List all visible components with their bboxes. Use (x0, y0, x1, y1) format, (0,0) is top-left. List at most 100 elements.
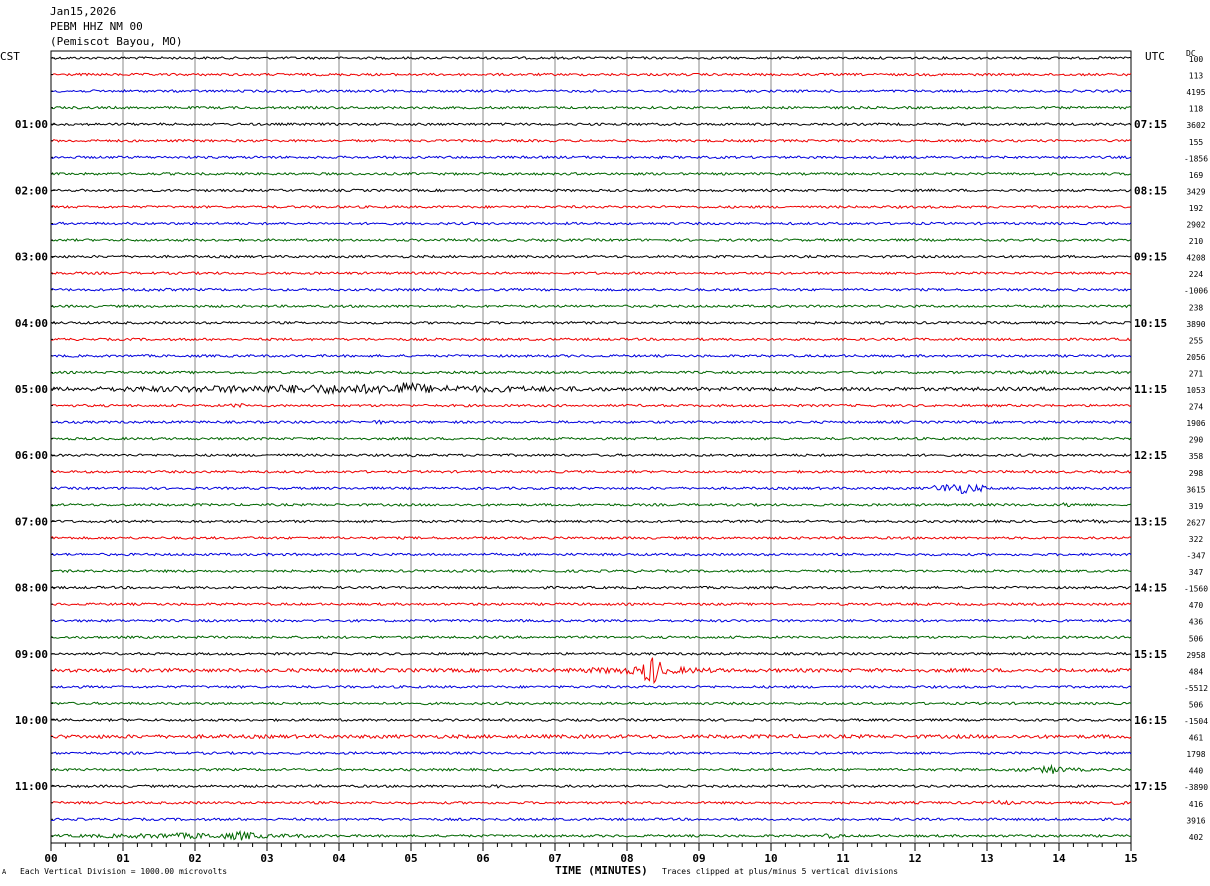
x-tick-label: 12 (908, 852, 921, 865)
trace-row (50, 518, 1132, 524)
trace-row (50, 381, 1132, 395)
trace-row (50, 122, 1132, 127)
trace-row (51, 89, 1132, 94)
dc-offset-label: 470 (1189, 601, 1204, 610)
dc-offset-label: 3916 (1186, 816, 1205, 825)
dc-offset-label: 238 (1189, 303, 1204, 312)
dc-offset-label: -1856 (1184, 154, 1208, 163)
trace-row (50, 320, 1132, 325)
trace-row (50, 271, 1132, 276)
x-axis-title: TIME (MINUTES) (555, 864, 648, 877)
trace-row (50, 784, 1132, 789)
dc-offset-label: 3602 (1186, 121, 1205, 130)
trace-row (50, 188, 1132, 193)
right-hour-label: 12:15 (1134, 449, 1167, 462)
dc-offset-label: 506 (1189, 700, 1204, 709)
dc-offset-label: 100 (1189, 55, 1204, 64)
trace-row (50, 287, 1132, 293)
dc-offset-label: 224 (1189, 270, 1204, 279)
trace-row (50, 221, 1132, 226)
dc-offset-label: 155 (1189, 138, 1204, 147)
dc-offset-label: 1053 (1186, 386, 1205, 395)
left-hour-label: 09:00 (15, 648, 48, 661)
right-hour-label: 16:15 (1134, 714, 1167, 727)
dc-offset-label: -5512 (1184, 684, 1208, 693)
clip-note: Traces clipped at plus/minus 5 vertical … (662, 867, 899, 876)
trace-row (50, 799, 1132, 806)
x-tick-label: 06 (476, 852, 490, 865)
right-hour-label: 13:15 (1134, 515, 1167, 528)
right-hour-label: 15:15 (1134, 648, 1167, 661)
dc-offset-label: 210 (1189, 237, 1204, 246)
trace-row (50, 72, 1132, 77)
right-hour-label: 07:15 (1134, 118, 1167, 131)
right-hour-label: 10:15 (1134, 317, 1167, 330)
dc-offset-label: -1560 (1184, 585, 1208, 594)
left-hour-label: 10:00 (15, 714, 48, 727)
dc-offset-label: 436 (1189, 618, 1204, 627)
trace-row (50, 618, 1132, 623)
left-hour-label: 07:00 (15, 515, 48, 528)
dc-offset-label: 461 (1189, 734, 1204, 743)
x-tick-label: 13 (980, 852, 993, 865)
dc-offset-label: 322 (1189, 535, 1204, 544)
right-hour-label: 14:15 (1134, 582, 1167, 595)
dc-offset-label: 319 (1189, 502, 1204, 511)
dc-offset-label: 347 (1189, 568, 1204, 577)
x-tick-label: 15 (1124, 852, 1137, 865)
right-hour-label: 17:15 (1134, 780, 1167, 793)
dc-offset-label: 1906 (1186, 419, 1205, 428)
dc-offset-label: -1006 (1184, 287, 1208, 296)
dc-offset-label: 416 (1189, 800, 1204, 809)
left-hour-label: 11:00 (15, 780, 48, 793)
trace-row (50, 204, 1132, 209)
dc-offset-label: 4195 (1186, 88, 1205, 97)
trace-row (50, 535, 1132, 540)
dc-offset-label: 440 (1189, 767, 1204, 776)
dc-offset-label: 113 (1189, 72, 1204, 81)
dc-offset-label: 290 (1189, 436, 1204, 445)
dc-offset-label: 298 (1189, 469, 1204, 478)
dc-offset-label: 2902 (1186, 221, 1205, 230)
dc-offset-label: 506 (1189, 634, 1204, 643)
dc-offset-label: 484 (1189, 667, 1204, 676)
x-tick-label: 04 (332, 852, 346, 865)
left-hour-label: 03:00 (15, 251, 48, 264)
x-tick-label: 02 (188, 852, 201, 865)
dc-offset-label: 255 (1189, 336, 1204, 345)
dc-offset-label: -347 (1186, 552, 1205, 561)
trace-row (50, 155, 1132, 160)
trace-row (50, 657, 1132, 685)
trace-row (51, 602, 1132, 607)
seismogram-plot: 00 01 02 03 04 05 06 07 08 09 10 11 12 13 14 1510011341… (15, 50, 1208, 865)
trace-row (50, 830, 1132, 841)
dc-offset-label: 2958 (1186, 651, 1205, 660)
right-hour-label: 11:15 (1134, 383, 1167, 396)
trace-row (50, 651, 1132, 656)
x-tick-label: 09 (692, 852, 705, 865)
x-tick-label: 11 (836, 852, 850, 865)
x-tick-label: 14 (1052, 852, 1066, 865)
dc-offset-label: -1504 (1184, 717, 1208, 726)
trace-row (50, 817, 1132, 822)
x-tick-label: 01 (116, 852, 130, 865)
dc-offset-label: -3890 (1184, 783, 1208, 792)
trace-row (50, 237, 1132, 243)
dc-offset-label: 4208 (1186, 254, 1205, 263)
dc-offset-label: 2056 (1186, 353, 1205, 362)
trace-row (50, 105, 1132, 110)
dc-offset-label: 2627 (1186, 518, 1205, 527)
left-hour-label: 04:00 (15, 317, 48, 330)
trace-row (50, 763, 1132, 774)
trace-row (50, 337, 1132, 342)
trace-row (50, 436, 1132, 441)
x-tick-label: 05 (404, 852, 417, 865)
trace-row (50, 419, 1132, 426)
x-tick-label: 03 (260, 852, 273, 865)
dc-offset-label: 3429 (1186, 187, 1205, 196)
dc-offset-label: 3615 (1186, 485, 1205, 494)
left-hour-label: 01:00 (15, 118, 48, 131)
trace-row (50, 502, 1132, 508)
trace-row (50, 469, 1132, 474)
left-hour-label: 05:00 (15, 383, 48, 396)
